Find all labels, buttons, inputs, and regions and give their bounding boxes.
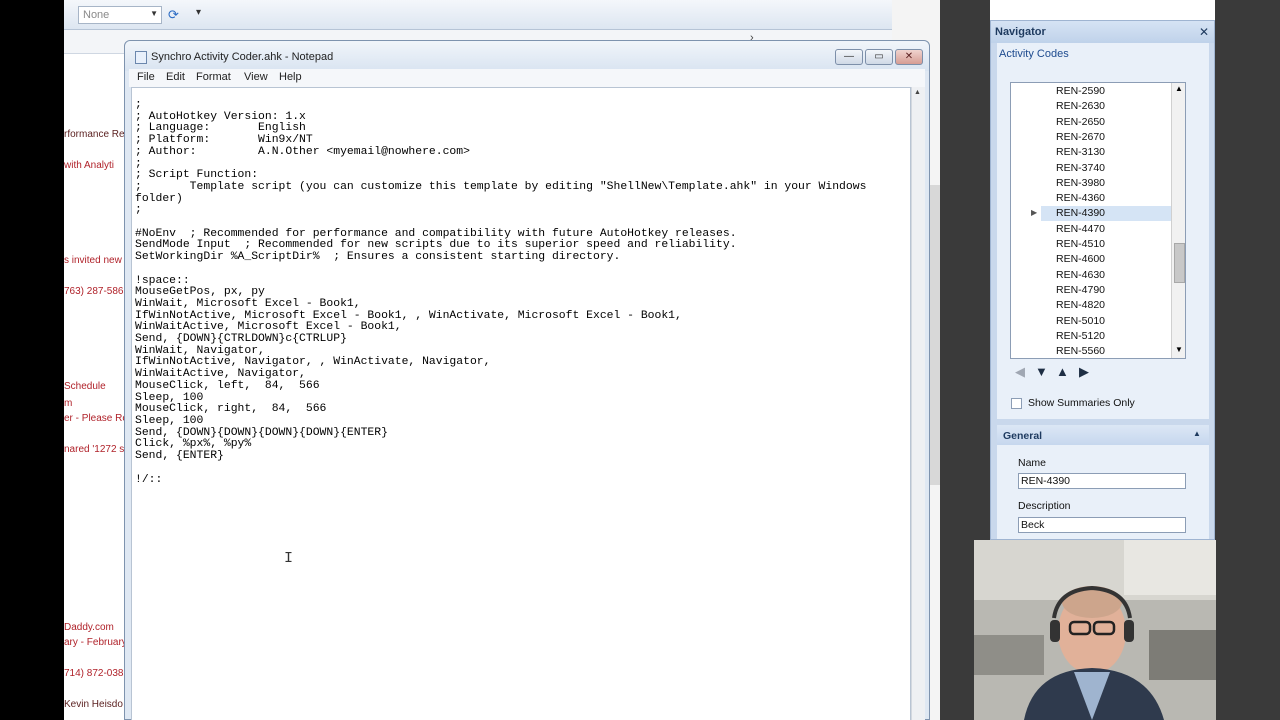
activity-code-row[interactable]: REN-4600 [1041,252,1171,267]
menu-edit[interactable]: Edit [166,71,185,83]
activity-code-row[interactable]: REN-4470 [1041,222,1171,237]
activity-code-row[interactable]: REN-5010 [1041,314,1171,329]
refresh-icon[interactable]: ⟳ [168,7,190,23]
list-item[interactable]: Daddy.com [64,622,114,633]
background-scrollbar [930,185,940,485]
activity-code-row[interactable]: REN-3980 [1041,176,1171,191]
list-item[interactable]: with Analyti [64,160,114,171]
arrow-right-icon[interactable]: ▶ [1079,364,1089,380]
activity-code-row[interactable]: REN-4630 [1041,268,1171,283]
maximize-button[interactable]: ▭ [865,49,893,65]
activity-code-row[interactable]: REN-4790 [1041,283,1171,298]
description-label: Description [1018,500,1071,512]
activity-code-row[interactable]: REN-4360 [1041,191,1171,206]
list-item[interactable]: er - Please Re [64,413,128,424]
window-title: Synchro Activity Coder.ahk - Notepad [151,51,334,63]
close-button[interactable]: ✕ [895,49,923,65]
activity-code-row[interactable]: REN-4390 [1041,206,1171,222]
list-item[interactable]: Kevin Heisdo [64,699,123,710]
name-field[interactable]: REN-4390 [1018,473,1186,489]
list-item[interactable]: Schedule [64,381,106,392]
list-item[interactable]: rformance Re [64,129,125,140]
list-item[interactable]: 763) 287-5863 [64,286,129,297]
arrow-up-icon[interactable]: ▲ [1056,364,1069,379]
activity-code-list[interactable]: REN-5560 REN-5120 REN-5010 REN-4820 REN-4790… [1010,82,1186,359]
navigator-title: Navigator [995,26,1046,38]
selected-row-marker-icon: ▶ [1031,208,1038,218]
list-item[interactable]: 714) 872-0386 [64,668,129,679]
activity-code-row[interactable]: REN-3740 [1041,161,1171,176]
list-item[interactable]: nared '1272 s [64,444,124,455]
activity-code-row[interactable]: REN-5560 [1041,344,1171,358]
close-icon[interactable]: ✕ [1199,25,1209,39]
activity-code-row[interactable]: REN-5120 [1041,329,1171,344]
notepad-app-icon [135,51,147,64]
script-text[interactable]: ; ; AutoHotkey Version: 1.x ; Language: … [135,99,909,486]
general-section-header[interactable]: General ▲ [997,425,1209,445]
name-label: Name [1018,457,1047,469]
description-field[interactable]: Beck [1018,517,1186,533]
navigator-panel: Navigator ✕ Activity Codes REN-5560 REN-5… [990,20,1215,540]
chevron-down-icon[interactable]: ▾ [196,7,201,18]
activity-code-row[interactable]: REN-2590 [1041,84,1171,99]
category-combo[interactable]: None ▼ [78,6,162,24]
show-summaries-label[interactable]: Show Summaries Only [1028,397,1135,409]
minimize-button[interactable]: — [835,49,863,65]
show-summaries-checkbox[interactable] [1011,398,1022,409]
scroll-up-icon[interactable]: ▲ [914,89,921,96]
list-item[interactable]: m [64,398,72,409]
list-item[interactable]: s invited new [64,255,122,266]
general-section-body: Name REN-4390 Description Beck [997,445,1209,539]
menu-format[interactable]: Format [196,71,231,83]
activity-code-row[interactable]: REN-4820 [1041,298,1171,313]
general-title: General [1003,430,1043,442]
section-title: Activity Codes [999,48,1069,60]
text-cursor-icon: I [284,550,294,567]
activity-code-row[interactable]: REN-2670 [1041,130,1171,145]
screen-edge-strip [0,0,64,720]
notepad-titlebar[interactable]: Synchro Activity Coder.ahk - Notepad — ▭… [125,41,929,71]
arrow-down-icon[interactable]: ▼ [1035,364,1048,379]
menu-view[interactable]: View [244,71,268,83]
category-combo-value: None [83,9,110,21]
collapse-icon[interactable]: ▲ [1193,429,1201,438]
scroll-down-icon[interactable]: ▼ [1175,345,1183,354]
webcam-video-feed [974,540,1216,720]
notepad-window: Synchro Activity Coder.ahk - Notepad — ▭… [124,40,930,720]
background-toolbar: None ▼ ⟳ ▾ [64,0,892,30]
menu-help[interactable]: Help [279,71,302,83]
vertical-scrollbar[interactable]: ▲ [911,87,925,720]
activity-code-row[interactable]: REN-3130 [1041,145,1171,160]
menu-bar: File Edit Format View Help [129,69,925,87]
scroll-thumb[interactable] [1174,243,1185,283]
desktop-background [1215,0,1280,720]
activity-code-row[interactable]: REN-4510 [1041,237,1171,252]
arrow-left-icon[interactable]: ◀ [1015,364,1025,380]
menu-file[interactable]: File [137,71,155,83]
text-editor[interactable]: ; ; AutoHotkey Version: 1.x ; Language: … [131,87,911,720]
list-scrollbar[interactable]: ▲ ▼ [1171,83,1185,358]
activity-code-row[interactable]: REN-2650 [1041,115,1171,130]
list-item[interactable]: ary - February [64,637,127,648]
navigator-titlebar[interactable]: Navigator ✕ [991,21,1214,43]
chevron-down-icon: ▼ [150,9,158,18]
activity-code-row[interactable]: REN-2630 [1041,99,1171,114]
webcam-overlay [974,540,1216,720]
scroll-up-icon[interactable]: ▲ [1175,84,1183,93]
